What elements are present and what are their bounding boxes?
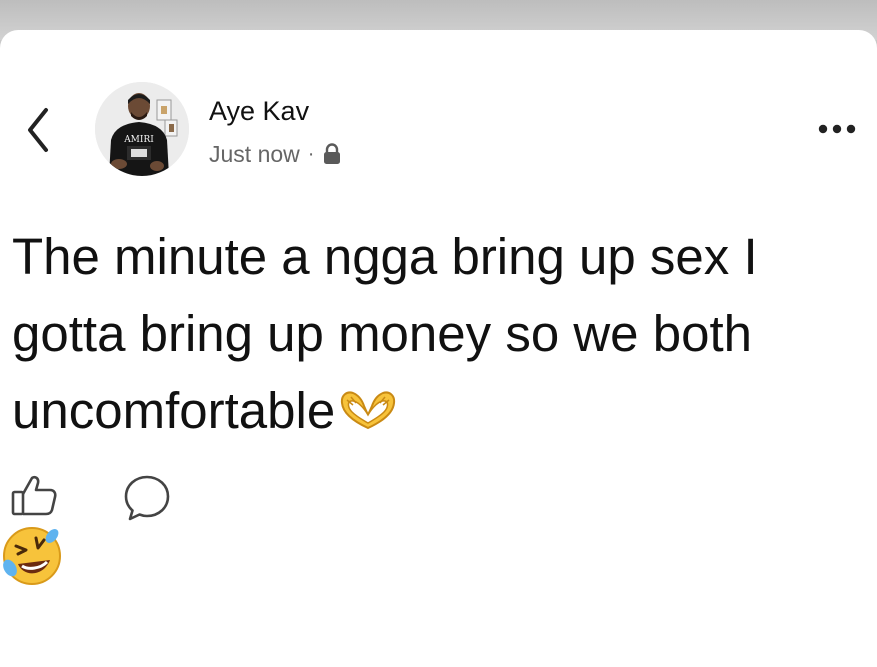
avatar[interactable]: AMIRI — [95, 82, 189, 176]
heart-hands-emoji — [337, 376, 399, 430]
comment-button[interactable] — [121, 472, 173, 524]
like-button[interactable] — [10, 472, 58, 520]
comment-bubble-icon — [124, 475, 170, 521]
reaction-summary[interactable] — [0, 524, 64, 588]
lock-icon — [322, 143, 342, 165]
rolling-on-floor-laughing-emoji — [3, 527, 61, 585]
more-options-icon — [818, 124, 856, 134]
more-options-button[interactable] — [812, 118, 862, 140]
avatar-shirt-text: AMIRI — [123, 135, 154, 145]
meta-separator: · — [307, 142, 315, 165]
post-meta: Just now · — [209, 140, 342, 168]
post-text-block: The minute a ngga bring up sex I gotta b… — [12, 218, 872, 449]
back-button[interactable] — [18, 100, 58, 160]
post-timestamp[interactable]: Just now — [209, 141, 300, 168]
avatar-photo: AMIRI — [95, 82, 189, 176]
thumbs-up-icon — [11, 475, 57, 516]
author-name[interactable]: Aye Kav — [209, 96, 309, 127]
chevron-left-icon — [28, 108, 48, 152]
